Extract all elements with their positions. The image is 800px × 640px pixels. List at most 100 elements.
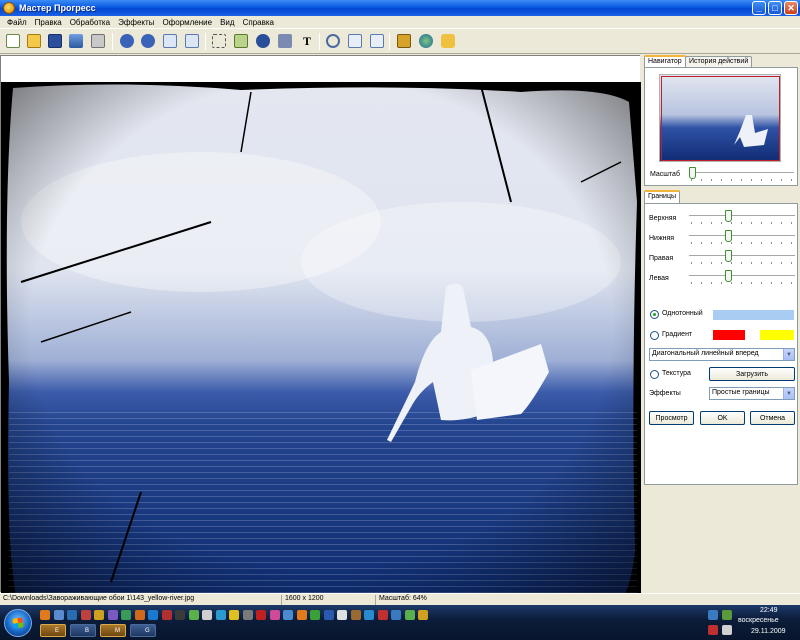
gradient-color-2-swatch[interactable]: [760, 330, 794, 340]
quick-launch-icon[interactable]: [337, 610, 347, 620]
quick-launch-icon[interactable]: [391, 610, 401, 620]
print-icon[interactable]: [91, 34, 105, 48]
menu-process[interactable]: Обработка: [66, 18, 114, 27]
close-button[interactable]: ✕: [784, 1, 798, 15]
book-icon[interactable]: [397, 34, 411, 48]
texture-radio[interactable]: [650, 370, 659, 379]
quick-launch-icon[interactable]: [364, 610, 374, 620]
quick-launch-icon[interactable]: [229, 610, 239, 620]
load-button[interactable]: Загрузить: [709, 367, 795, 381]
menu-file[interactable]: Файл: [3, 18, 31, 27]
quick-launch-icon[interactable]: [67, 610, 77, 620]
image-canvas[interactable]: [0, 55, 641, 620]
menu-edit[interactable]: Правка: [31, 18, 66, 27]
quick-launch-icon[interactable]: [296, 610, 307, 620]
menu-effects[interactable]: Эффекты: [114, 18, 158, 27]
slider-thumb[interactable]: [725, 210, 732, 222]
quick-launch-icon[interactable]: [175, 610, 185, 620]
image-icon[interactable]: [69, 34, 83, 48]
save-icon[interactable]: [48, 34, 62, 48]
security-icon[interactable]: [708, 625, 718, 635]
taskbar-app-3[interactable]: M: [100, 624, 126, 637]
quick-launch-icon[interactable]: [134, 610, 145, 620]
quick-launch-icon[interactable]: [148, 610, 158, 620]
battery-icon[interactable]: [722, 610, 732, 620]
undo-icon[interactable]: [120, 34, 134, 48]
minimize-button[interactable]: _: [752, 1, 766, 15]
page-icon[interactable]: [348, 34, 362, 48]
resize-icon[interactable]: [234, 34, 248, 48]
right-border-slider[interactable]: [689, 250, 795, 268]
gradient-type-select[interactable]: Диагональный линейный вперед ▼: [649, 348, 795, 361]
tab-borders[interactable]: Границы: [644, 190, 680, 203]
quick-launch-icon[interactable]: [215, 610, 226, 620]
quick-launch-icon[interactable]: [188, 610, 199, 620]
network-icon[interactable]: [708, 610, 718, 620]
title-bar[interactable]: Мастер Прогресс _ □ ✕: [0, 0, 800, 16]
taskbar-app-1[interactable]: E: [40, 624, 66, 637]
gradient-color-1-swatch[interactable]: [713, 330, 745, 340]
bottom-border-slider[interactable]: [689, 230, 795, 248]
slider-thumb[interactable]: [689, 167, 696, 179]
copy-icon[interactable]: [163, 34, 177, 48]
quick-launch-icon[interactable]: [161, 610, 172, 620]
eye-icon[interactable]: [256, 34, 270, 48]
solid-color-swatch[interactable]: [713, 310, 794, 320]
navigator-view-frame[interactable]: [661, 76, 780, 161]
paste-icon[interactable]: [185, 34, 199, 48]
menu-help[interactable]: Справка: [239, 18, 278, 27]
chevron-down-icon[interactable]: ▼: [783, 349, 794, 360]
edit-icon[interactable]: [370, 34, 384, 48]
preview-button[interactable]: Просмотр: [649, 411, 694, 425]
slider-thumb[interactable]: [725, 270, 732, 282]
quick-launch-icon[interactable]: [40, 610, 50, 620]
quick-launch-icon[interactable]: [202, 610, 212, 620]
cancel-button[interactable]: Отмена: [750, 411, 795, 425]
menu-decoration[interactable]: Оформление: [158, 18, 216, 27]
quick-launch-icon[interactable]: [242, 610, 253, 620]
open-icon[interactable]: [27, 34, 41, 48]
quick-launch-icon[interactable]: [323, 610, 334, 620]
quick-launch-icon[interactable]: [404, 610, 415, 620]
chevron-down-icon[interactable]: ▼: [783, 388, 794, 399]
quick-launch-icon[interactable]: [121, 610, 131, 620]
quick-launch-icon[interactable]: [107, 610, 118, 620]
quick-launch-icon[interactable]: [94, 610, 104, 620]
quick-launch-icon[interactable]: [310, 610, 320, 620]
redo-icon[interactable]: [141, 34, 155, 48]
ok-button[interactable]: OK: [700, 411, 745, 425]
zoom-slider[interactable]: [689, 167, 794, 185]
status-image-size: 1600 x 1200: [282, 595, 376, 605]
slider-thumb[interactable]: [725, 250, 732, 262]
crop-icon[interactable]: [212, 34, 226, 48]
new-icon[interactable]: [6, 34, 20, 48]
effects-select[interactable]: Простые границы ▼: [709, 387, 795, 400]
navigator-thumbnail[interactable]: [659, 74, 781, 162]
taskbar-app-2[interactable]: B: [70, 624, 96, 637]
volume-icon[interactable]: [722, 625, 732, 635]
quick-launch-icon[interactable]: [53, 610, 64, 620]
zoom-icon[interactable]: [326, 34, 340, 48]
top-border-slider[interactable]: [689, 210, 795, 228]
solid-radio[interactable]: [650, 310, 659, 319]
menu-view[interactable]: Вид: [216, 18, 238, 27]
help-icon[interactable]: [441, 34, 455, 48]
quick-launch-icon[interactable]: [269, 610, 280, 620]
quick-launch-icon[interactable]: [350, 610, 361, 620]
text-tool-icon[interactable]: T: [300, 34, 314, 48]
quick-launch-icon[interactable]: [283, 610, 293, 620]
left-border-slider[interactable]: [689, 270, 795, 288]
quick-launch-icon[interactable]: [256, 610, 266, 620]
quick-launch-icon[interactable]: [418, 610, 428, 620]
clock-time[interactable]: 22:49: [760, 607, 778, 614]
start-button[interactable]: [4, 609, 32, 637]
maximize-button[interactable]: □: [768, 1, 782, 15]
brush-icon[interactable]: [278, 34, 292, 48]
globe-icon[interactable]: [419, 34, 433, 48]
taskbar-app-4[interactable]: G: [130, 624, 156, 637]
gradient-radio[interactable]: [650, 331, 659, 340]
quick-launch-icon[interactable]: [80, 610, 91, 620]
quick-launch-icon[interactable]: [377, 610, 388, 620]
clock-date: 29.11.2009: [751, 628, 786, 635]
slider-thumb[interactable]: [725, 230, 732, 242]
